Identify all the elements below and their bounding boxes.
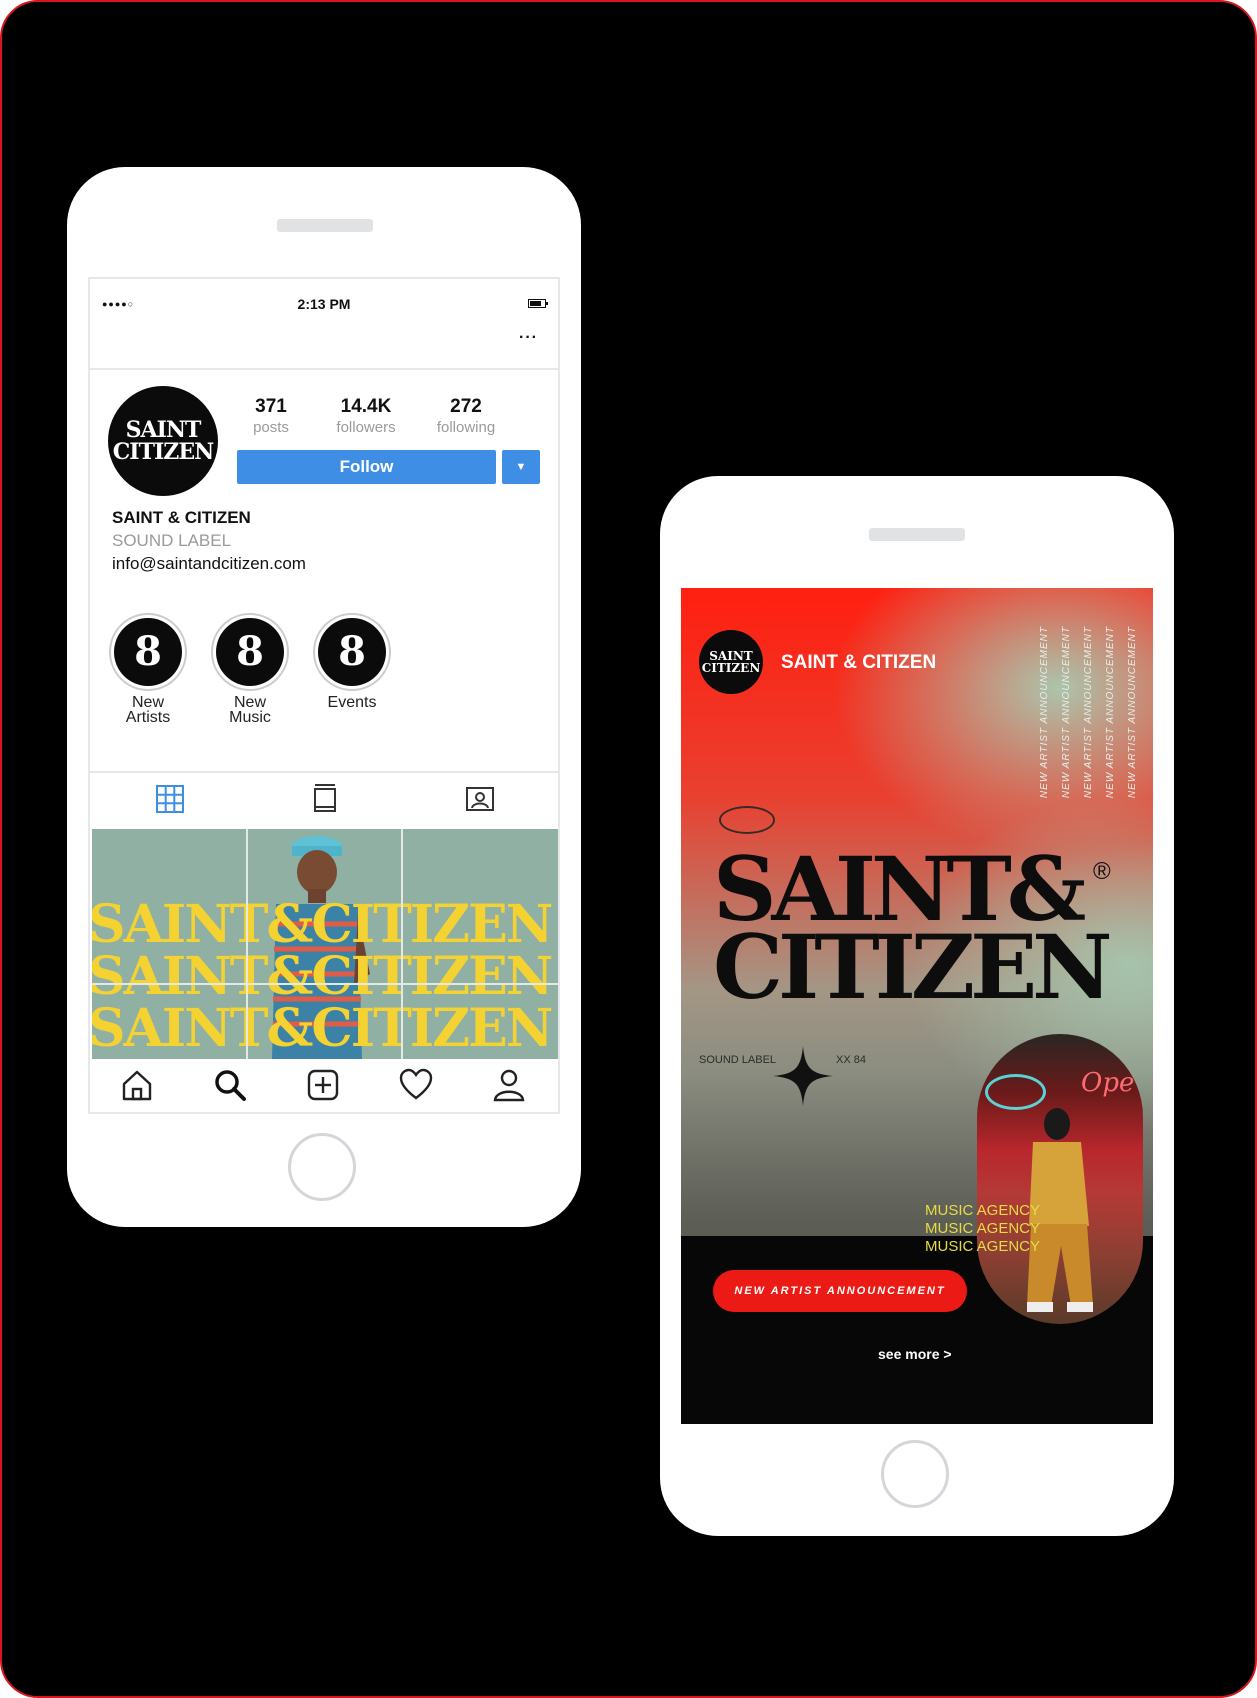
grid-divider [92, 983, 558, 985]
story-screen: SAINT CITIZEN SAINT & CITIZEN NEW ARTIST … [681, 588, 1153, 1424]
vertical-text-line: NEW ARTIST ANNOUNCEMENT [1039, 626, 1050, 799]
sparkle-star-icon [773, 1046, 833, 1106]
artist-photo-pill: Ope [977, 1034, 1143, 1324]
post-grid[interactable]: SAINT&CITIZEN SAINT&CITIZEN SAINT&CITIZE… [92, 829, 558, 1059]
xx-label-text: XX 84 [836, 1054, 866, 1066]
stat-followers-count: 14.4K [340, 396, 392, 417]
search-icon[interactable] [212, 1067, 248, 1103]
heart-icon[interactable] [398, 1067, 434, 1103]
header-divider [90, 368, 558, 370]
agency-line: MUSIC AGENCY [925, 1202, 1041, 1219]
story-account-avatar[interactable]: SAINT CITIZEN [699, 630, 763, 694]
highlight-ring: 8 [313, 613, 391, 691]
highlight-new-music[interactable]: 8 New Music [200, 613, 300, 726]
highlight-logo-icon: 8 [114, 618, 182, 686]
stat-following-label: following [436, 419, 496, 436]
follow-button[interactable]: Follow [237, 450, 496, 484]
grid-text-row: SAINT&CITIZEN [92, 946, 553, 1007]
profile-category: SOUND LABEL [112, 531, 232, 550]
phone-speaker [869, 528, 965, 541]
seal-badge-icon [719, 806, 775, 834]
highlight-logo-icon: 8 [216, 618, 284, 686]
new-artist-announcement-button[interactable]: NEW ARTIST ANNOUNCEMENT [713, 1270, 967, 1312]
music-agency-text: MUSIC AGENCY MUSIC AGENCY MUSIC AGENCY [925, 1202, 1040, 1256]
vertical-text-line: NEW ARTIST ANNOUNCEMENT [1105, 626, 1116, 799]
battery-icon [528, 299, 548, 308]
feed-icon[interactable] [309, 783, 341, 815]
stat-posts[interactable]: 371 posts [221, 396, 321, 436]
story-phone: SAINT CITIZEN SAINT & CITIZEN NEW ARTIST … [660, 476, 1174, 1536]
grid-text-row: SAINT&CITIZEN [92, 894, 553, 955]
home-icon[interactable] [119, 1067, 155, 1103]
grid-text-row: SAINT&CITIZEN [92, 998, 553, 1059]
see-more-link[interactable]: see more > [878, 1346, 952, 1362]
highlight-label: New Music [229, 694, 271, 726]
story-logo-line2: CITIZEN [701, 661, 761, 675]
status-bar: ●●●●○ 2:13 PM [90, 279, 558, 323]
stat-following-count: 272 [450, 396, 482, 417]
neon-open-sign: Ope [1081, 1068, 1135, 1098]
story-title: SAINT& CITIZEN [713, 845, 1113, 1011]
tagged-icon[interactable] [464, 783, 496, 815]
vertical-text-line: NEW ARTIST ANNOUNCEMENT [1083, 626, 1094, 799]
profile-avatar[interactable]: SAINT CITIZEN [108, 386, 218, 496]
vertical-text-line: NEW ARTIST ANNOUNCEMENT [1127, 626, 1138, 799]
profile-screen: ●●●●○ 2:13 PM ··· SAINT CITIZEN 371 posts… [88, 277, 560, 1114]
neon-sign-icon [985, 1074, 1046, 1110]
profile-email-link[interactable]: info@saintandcitizen.com [112, 554, 306, 574]
highlight-label: New Artists [125, 694, 171, 726]
highlight-events[interactable]: 8 Events [302, 613, 402, 711]
highlight-ring: 8 [109, 613, 187, 691]
grid-divider [401, 829, 403, 1059]
profile-name: SAINT & CITIZEN [112, 508, 251, 527]
highlight-logo-icon: 8 [318, 618, 386, 686]
profile-phone: ●●●●○ 2:13 PM ··· SAINT CITIZEN 371 posts… [67, 167, 581, 1227]
sound-label-text: SOUND LABEL [699, 1054, 777, 1066]
grid-icon[interactable] [154, 783, 186, 815]
stat-posts-count: 371 [255, 396, 287, 417]
stat-followers-label: followers [336, 419, 396, 436]
profile-icon[interactable] [491, 1067, 527, 1103]
stat-following[interactable]: 272 following [416, 396, 516, 436]
vertical-announcement-text: NEW ARTIST ANNOUNCEMENT NEW ARTIST ANNOU… [1039, 626, 1149, 798]
status-time: 2:13 PM [297, 296, 351, 312]
more-options-icon[interactable]: ··· [519, 329, 538, 347]
agency-line: MUSIC AGENCY [925, 1238, 1041, 1255]
registered-mark: ® [1093, 858, 1111, 885]
agency-line: MUSIC AGENCY [925, 1220, 1041, 1237]
highlight-ring: 8 [211, 613, 289, 691]
avatar-logo-line2: CITIZEN [112, 439, 214, 465]
add-post-icon[interactable] [305, 1067, 341, 1103]
home-button[interactable] [881, 1440, 949, 1508]
highlight-label: Events [327, 694, 377, 711]
canvas: ●●●●○ 2:13 PM ··· SAINT CITIZEN 371 posts… [0, 0, 1257, 1698]
highlight-new-artists[interactable]: 8 New Artists [98, 613, 198, 726]
suggestions-dropdown-button[interactable]: ▼ [502, 450, 540, 484]
stat-posts-label: posts [253, 419, 289, 436]
grid-divider [246, 829, 248, 1059]
story-account-name[interactable]: SAINT & CITIZEN [781, 652, 936, 674]
tabs-divider [90, 771, 558, 773]
story-title-line2: CITIZEN [713, 915, 1113, 1019]
phone-speaker [277, 219, 373, 232]
stat-followers[interactable]: 14.4K followers [316, 396, 416, 436]
vertical-text-line: NEW ARTIST ANNOUNCEMENT [1061, 626, 1072, 799]
home-button[interactable] [288, 1133, 356, 1201]
